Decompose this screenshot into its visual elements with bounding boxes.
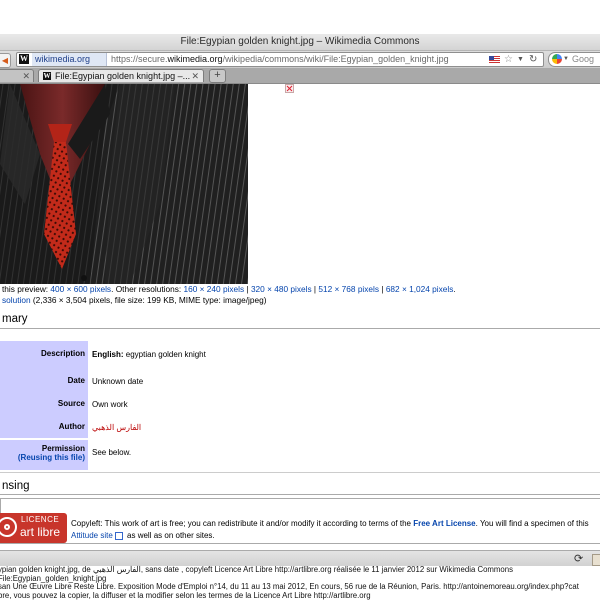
addon-icon[interactable] [592,554,600,566]
reusing-file-link[interactable]: (Reusing this file) [0,453,85,462]
licence-art-libre-logo[interactable]: LICENCE art libre [0,513,67,543]
tab-label: File:Egypian golden knight.jpg –... [55,71,191,81]
history-dropdown-icon[interactable]: ▼ [517,53,524,66]
row-label: Author [0,414,88,438]
reload-icon[interactable]: ↻ [529,53,537,66]
summary-row-permission: Permission (Reusing this file) See below… [0,440,600,470]
preview-resolution-line: this preview: 400 × 600 pixels. Other re… [2,284,456,294]
bookmark-star-icon[interactable]: ☆ [504,53,513,66]
file-preview-image[interactable] [0,84,248,284]
search-placeholder: Goog [572,54,595,64]
resolution-link-512[interactable]: 512 × 768 pixels [318,284,379,294]
summary-row-date: Date Unknown date [0,368,600,393]
search-box[interactable]: ▼ Goog [548,52,600,67]
summary-heading: mary [2,313,28,325]
broken-image-icon [285,84,294,93]
table-border [0,472,600,473]
us-flag-icon [489,56,500,63]
wikimedia-favicon-icon: W [19,54,29,64]
navigation-toolbar: ◀ W wikimedia.org https://secure.wikimed… [0,51,600,68]
attitude-site-link[interactable]: Attitude site [71,531,113,540]
new-tab-button[interactable]: + [209,69,226,83]
full-resolution-link[interactable]: solution [2,295,31,305]
page-content: this preview: 400 × 600 pixels. Other re… [0,84,600,550]
google-icon [552,54,562,64]
resolution-link-160[interactable]: 160 × 240 pixels [184,284,245,294]
close-tab-icon[interactable]: ✕ [191,70,199,82]
window-titlebar: File:Egypian golden knight.jpg – Wikimed… [0,34,600,51]
summary-row-source: Source Own work [0,391,600,414]
external-link-icon [114,531,123,540]
site-identity-button[interactable]: wikimedia.org [32,53,107,66]
row-label: Date [0,368,88,393]
back-arrow-icon: ◀ [1,56,9,65]
license-text-2: Attitude site as well as on other sites. [71,531,215,540]
tab-previous[interactable]: ✕ [0,69,34,82]
sync-icon[interactable]: ⟳ [574,552,583,566]
caption-line: bre, vous pouvez la copier, la diffuser … [0,590,371,600]
window-title: File:Egypian golden knight.jpg – Wikimed… [180,36,420,47]
row-label: Source [0,391,88,414]
address-bar[interactable]: W wikimedia.org https://secure.wikimedia… [16,52,544,67]
license-text: Copyleft: This work of art is free; you … [71,519,589,528]
row-value: Own work [92,400,128,409]
license-box: LICENCE art libre Copyleft: This work of… [0,498,600,544]
summary-row-description: Description English: egyptian golden kni… [0,341,600,371]
full-resolution-line: solution (2,336 × 3,504 pixels, file siz… [2,295,267,305]
search-engine-dropdown-icon[interactable]: ▼ [563,53,569,66]
free-art-license-link[interactable]: Free Art License [413,519,475,528]
summary-divider [0,328,600,329]
tab-active[interactable]: W File:Egypian golden knight.jpg –... ✕ [38,69,204,82]
licensing-heading: nsing [2,480,30,492]
copyleft-icon [0,517,17,537]
row-label: Permission (Reusing this file) [0,440,88,470]
preview-size-link[interactable]: 400 × 600 pixels [50,284,111,294]
photo-suit-illustration [0,84,248,284]
row-label: Description [0,341,88,371]
resolution-link-682[interactable]: 682 × 1,024 pixels [386,284,454,294]
row-value: Unknown date [92,377,144,386]
author-link[interactable]: الفارس الذهبي [92,423,141,432]
image-caption: ypian golden knight.jpg, de الفارس الذهب… [0,565,600,600]
wikimedia-favicon-icon: W [43,72,51,80]
tab-bar: ✕ W File:Egypian golden knight.jpg –... … [0,68,600,84]
desktop-background [0,0,600,34]
row-value: See below. [92,448,132,457]
licensing-divider [0,494,600,495]
back-button[interactable]: ◀ [0,53,11,68]
url-text[interactable]: https://secure.wikimedia.org/wikipedia/c… [111,53,449,66]
resolution-link-320[interactable]: 320 × 480 pixels [251,284,312,294]
row-value: English: egyptian golden knight [92,350,206,359]
close-tab-icon[interactable]: ✕ [22,70,30,82]
summary-row-author: Author الفارس الذهبي [0,414,600,438]
